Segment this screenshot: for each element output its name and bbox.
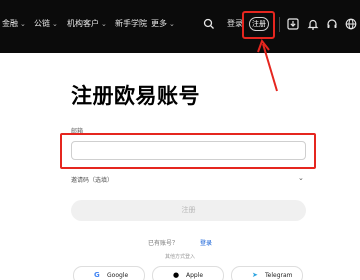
login-link[interactable]: 登录 bbox=[227, 19, 243, 29]
social-label: Google bbox=[107, 272, 129, 279]
nav-item-label: 更多 bbox=[151, 19, 167, 28]
globe-icon[interactable] bbox=[345, 18, 357, 30]
apple-icon: ● bbox=[173, 271, 180, 279]
search-icon[interactable] bbox=[203, 18, 215, 30]
have-account-text: 已有账号？ bbox=[148, 240, 179, 247]
email-field[interactable] bbox=[71, 141, 306, 160]
google-login-button[interactable]: G Google bbox=[73, 266, 145, 280]
chevron-down-icon[interactable]: ⌄ bbox=[298, 174, 304, 182]
chevron-down-icon: ⌄ bbox=[52, 20, 58, 28]
nav-item-label: 公链 bbox=[34, 19, 50, 28]
bell-icon[interactable] bbox=[307, 18, 319, 30]
nav-item-finance[interactable]: 金融 ⌄ bbox=[2, 19, 26, 29]
apple-login-button[interactable]: ● Apple bbox=[152, 266, 224, 280]
nav-item-academy[interactable]: 新手学院 bbox=[115, 19, 147, 29]
headset-icon[interactable] bbox=[326, 18, 338, 30]
chevron-down-icon: ⌄ bbox=[20, 20, 26, 28]
download-icon[interactable] bbox=[287, 18, 299, 30]
page-title: 注册欧易账号 bbox=[71, 84, 200, 108]
invite-code-toggle[interactable]: 邀请码（选填） bbox=[71, 175, 113, 184]
social-label: Telegram bbox=[265, 272, 293, 279]
login-link-bottom[interactable]: 登录 bbox=[200, 238, 212, 247]
telegram-login-button[interactable]: ➤ Telegram bbox=[231, 266, 303, 280]
signup-highlight-box bbox=[242, 11, 275, 39]
other-methods-text: 其他方式登入 bbox=[164, 254, 195, 260]
nav-item-label: 机构客户 bbox=[67, 19, 99, 28]
chevron-down-icon: ⌄ bbox=[169, 20, 175, 28]
google-icon: G bbox=[94, 271, 100, 279]
nav-item-label: 金融 bbox=[2, 19, 18, 28]
nav-divider bbox=[279, 17, 280, 32]
nav-item-label: 新手学院 bbox=[115, 19, 147, 28]
nav-item-blockchain[interactable]: 公链 ⌄ bbox=[34, 19, 58, 29]
annotation-arrow bbox=[257, 38, 278, 92]
nav-item-institutional[interactable]: 机构客户 ⌄ bbox=[67, 19, 107, 29]
top-nav-bar: 金融 ⌄ 公链 ⌄ 机构客户 ⌄ 新手学院 更多 ⌄ 登录 注册 bbox=[0, 0, 360, 53]
social-label: Apple bbox=[186, 272, 204, 279]
chevron-down-icon: ⌄ bbox=[101, 20, 107, 28]
signup-submit-button[interactable]: 注册 bbox=[71, 200, 306, 221]
nav-item-more[interactable]: 更多 ⌄ bbox=[151, 19, 175, 29]
telegram-icon: ➤ bbox=[252, 271, 258, 279]
